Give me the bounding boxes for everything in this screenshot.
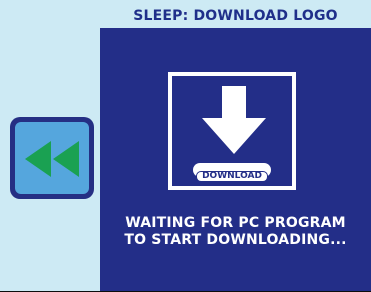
download-badge: DOWNLOAD [193, 163, 271, 182]
download-panel: DOWNLOAD WAITING FOR PC PROGRAM TO START… [100, 28, 371, 291]
device-screen: SLEEP: DOWNLOAD LOGO DOWNLOAD WAITING FO… [0, 0, 371, 292]
screen-title: SLEEP: DOWNLOAD LOGO [133, 8, 338, 24]
back-button[interactable] [10, 117, 94, 199]
rewind-back-icon [25, 141, 79, 177]
download-badge-label: DOWNLOAD [196, 171, 268, 182]
download-logo-frame: DOWNLOAD [168, 72, 296, 190]
status-line-2: TO START DOWNLOADING... [124, 232, 347, 248]
download-arrow-icon [202, 86, 266, 154]
status-line-1: WAITING FOR PC PROGRAM [125, 215, 346, 231]
status-message: WAITING FOR PC PROGRAM TO START DOWNLOAD… [100, 215, 371, 249]
back-button-face[interactable] [15, 122, 89, 194]
display-area: SLEEP: DOWNLOAD LOGO DOWNLOAD WAITING FO… [0, 0, 371, 292]
